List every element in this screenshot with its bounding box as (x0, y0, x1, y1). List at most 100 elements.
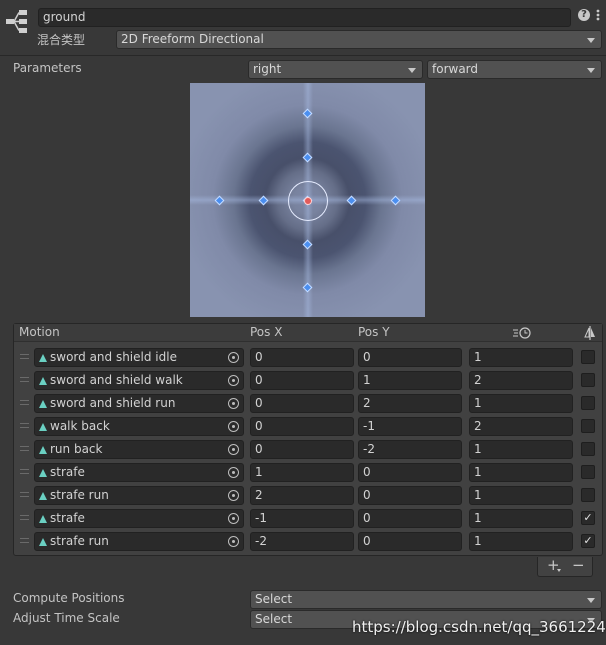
blend-type-label: 混合类型 (37, 33, 86, 47)
motion-name: strafe run (50, 534, 109, 548)
help-icon[interactable]: ? (578, 9, 590, 21)
table-row: strafe -1 0 1 ✓ (14, 507, 602, 530)
time-scale-field[interactable]: 1 (469, 463, 573, 482)
chevron-down-icon (587, 38, 595, 43)
drag-handle[interactable] (20, 492, 29, 497)
drag-handle[interactable] (20, 400, 29, 405)
motion-field[interactable]: strafe run (34, 532, 244, 551)
pos-x-field[interactable]: 2 (250, 486, 354, 505)
time-scale-field[interactable]: 1 (469, 348, 573, 367)
motion-name: sword and shield walk (50, 373, 183, 387)
object-picker-icon[interactable] (228, 444, 239, 455)
motion-field[interactable]: sword and shield idle (34, 348, 244, 367)
pos-y-field[interactable]: -2 (358, 440, 462, 459)
pos-x-field[interactable]: 0 (250, 440, 354, 459)
motion-name: strafe (50, 465, 85, 479)
mirror-checkbox[interactable] (581, 488, 595, 502)
motion-field[interactable]: sword and shield run (34, 394, 244, 413)
blend-cursor-dot[interactable] (303, 196, 312, 205)
motion-field[interactable]: sword and shield walk (34, 371, 244, 390)
time-scale-field[interactable]: 1 (469, 532, 573, 551)
motion-field[interactable]: strafe run (34, 486, 244, 505)
pos-y-field[interactable]: 0 (358, 463, 462, 482)
object-picker-icon[interactable] (228, 513, 239, 524)
pos-x-field[interactable]: 0 (250, 394, 354, 413)
mirror-checkbox[interactable]: ✓ (581, 534, 595, 548)
watermark-text: https://blog.csdn.net/qq_36612242 (352, 618, 606, 636)
blend-type-dropdown[interactable]: 2D Freeform Directional (116, 30, 602, 49)
time-scale-field[interactable]: 2 (469, 371, 573, 390)
x-parameter-dropdown[interactable]: right (248, 60, 423, 79)
object-picker-icon[interactable] (228, 375, 239, 386)
mirror-checkbox[interactable] (581, 396, 595, 410)
object-picker-icon[interactable] (228, 490, 239, 501)
object-picker-icon[interactable] (228, 536, 239, 547)
motion-name: sword and shield idle (50, 350, 177, 364)
pos-y-field[interactable]: 2 (358, 394, 462, 413)
motion-name: walk back (50, 419, 110, 433)
motion-field[interactable]: walk back (34, 417, 244, 436)
pos-x-field[interactable]: 0 (250, 371, 354, 390)
adjust-time-scale-label: Adjust Time Scale (13, 611, 120, 625)
add-dropdown-icon (557, 569, 561, 572)
mirror-checkbox[interactable] (581, 419, 595, 433)
mirror-checkbox[interactable] (581, 442, 595, 456)
mirror-checkbox[interactable] (581, 465, 595, 479)
y-parameter-dropdown[interactable]: forward (427, 60, 602, 79)
motion-table: Motion Pos X Pos Y sword and shield idle… (13, 323, 603, 556)
mirror-checkbox[interactable] (581, 350, 595, 364)
pos-y-field[interactable]: 0 (358, 486, 462, 505)
compute-positions-value: Select (255, 592, 293, 606)
motion-name: strafe run (50, 488, 109, 502)
motion-name: run back (50, 442, 103, 456)
settings-icon[interactable] (594, 8, 602, 22)
pos-y-field[interactable]: -1 (358, 417, 462, 436)
drag-handle[interactable] (20, 446, 29, 451)
table-row: sword and shield run 0 2 1 (14, 392, 602, 415)
mirror-checkbox[interactable] (581, 373, 595, 387)
adjust-time-scale-value: Select (255, 612, 293, 626)
pos-x-field[interactable]: 0 (250, 348, 354, 367)
compute-positions-dropdown[interactable]: Select (250, 590, 602, 609)
pos-y-field[interactable]: 0 (358, 509, 462, 528)
pos-x-field[interactable]: -2 (250, 532, 354, 551)
drag-handle[interactable] (20, 538, 29, 543)
time-scale-field[interactable]: 1 (469, 486, 573, 505)
drag-handle[interactable] (20, 354, 29, 359)
pos-y-field[interactable]: 0 (358, 532, 462, 551)
chevron-down-icon (587, 598, 595, 603)
time-scale-field[interactable]: 1 (469, 440, 573, 459)
parameters-label: Parameters (13, 61, 82, 75)
object-picker-icon[interactable] (228, 421, 239, 432)
animation-clip-icon (39, 423, 47, 431)
time-scale-field[interactable]: 1 (469, 394, 573, 413)
drag-handle[interactable] (20, 469, 29, 474)
table-row: strafe run -2 0 1 ✓ (14, 530, 602, 553)
motion-column-header: Motion (19, 325, 60, 339)
drag-handle[interactable] (20, 515, 29, 520)
object-picker-icon[interactable] (228, 352, 239, 363)
pos-x-field[interactable]: -1 (250, 509, 354, 528)
motion-field[interactable]: strafe (34, 509, 244, 528)
time-scale-icon (512, 327, 532, 342)
motion-field[interactable]: run back (34, 440, 244, 459)
table-row: strafe run 2 0 1 (14, 484, 602, 507)
animation-clip-icon (39, 469, 47, 477)
animation-clip-icon (39, 377, 47, 385)
drag-handle[interactable] (20, 423, 29, 428)
pos-x-field[interactable]: 0 (250, 417, 354, 436)
remove-motion-button[interactable]: − (572, 557, 585, 574)
blend-space-graph[interactable] (190, 83, 425, 317)
time-scale-field[interactable]: 1 (469, 509, 573, 528)
mirror-checkbox[interactable]: ✓ (581, 511, 595, 525)
pos-y-field[interactable]: 0 (358, 348, 462, 367)
drag-handle[interactable] (20, 377, 29, 382)
time-scale-field[interactable]: 2 (469, 417, 573, 436)
motion-field[interactable]: strafe (34, 463, 244, 482)
name-field[interactable]: ground (38, 8, 571, 27)
pos-x-field[interactable]: 1 (250, 463, 354, 482)
object-picker-icon[interactable] (228, 398, 239, 409)
pos-y-field[interactable]: 1 (358, 371, 462, 390)
object-picker-icon[interactable] (228, 467, 239, 478)
motion-name: strafe (50, 511, 85, 525)
